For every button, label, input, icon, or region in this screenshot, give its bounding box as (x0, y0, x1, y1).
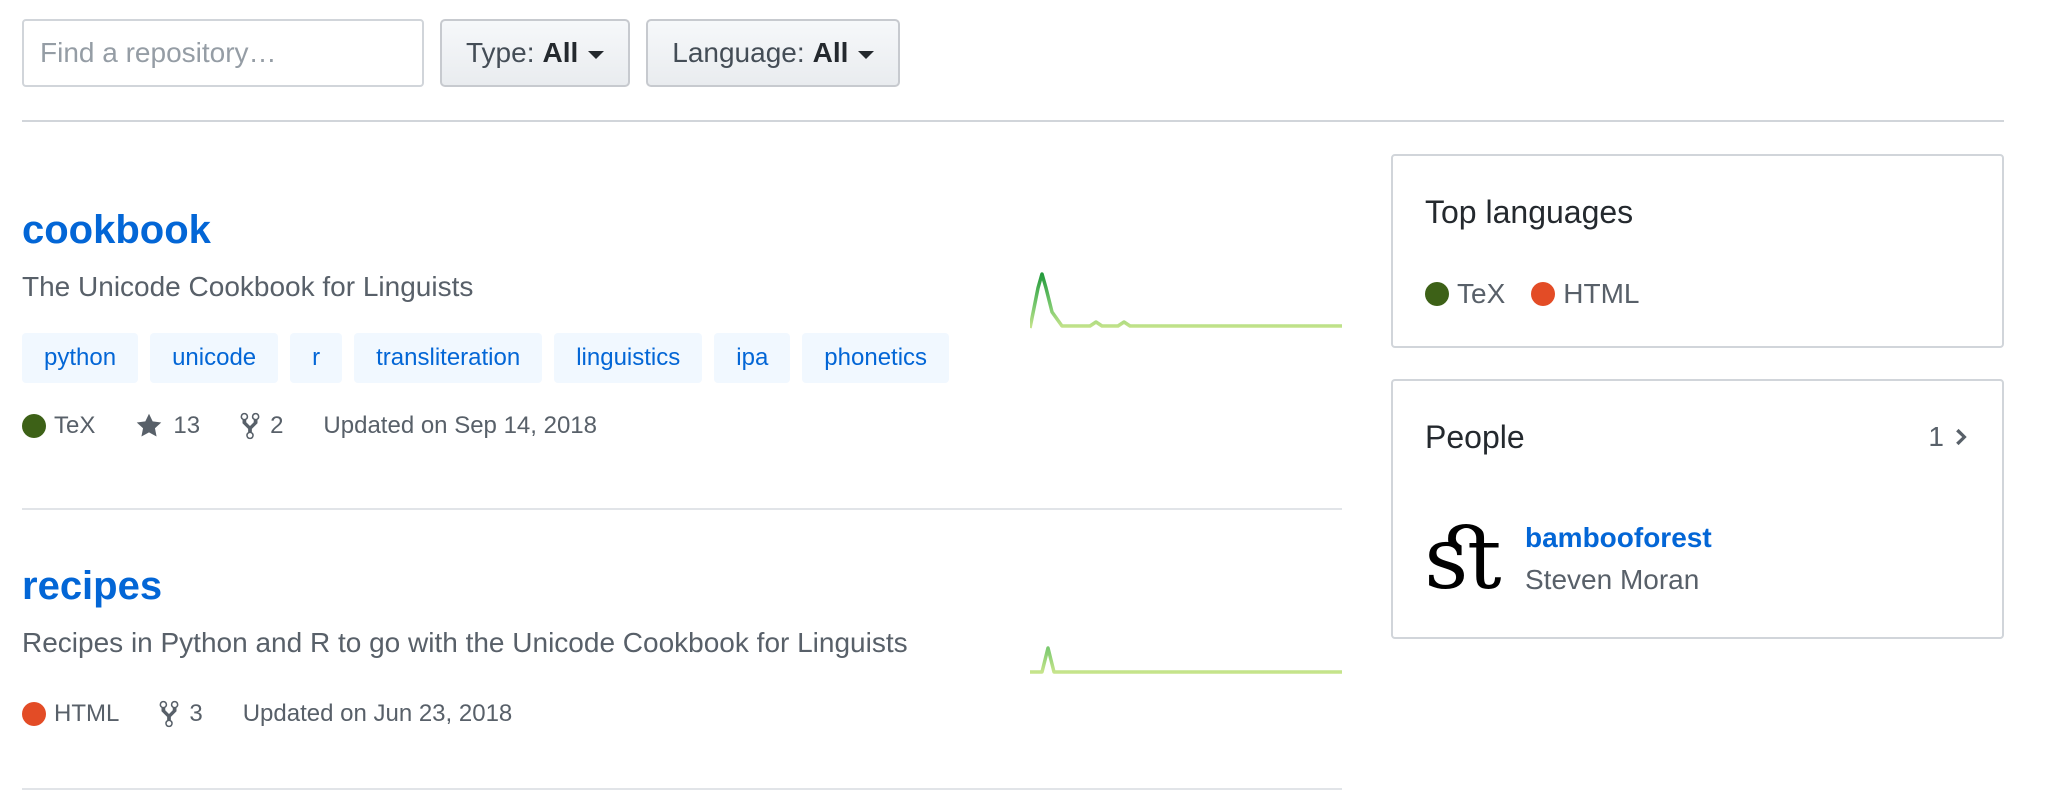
caret-down-icon (588, 51, 605, 59)
repo-language: TeX (22, 412, 95, 440)
type-filter-button[interactable]: Type: All (440, 19, 631, 87)
type-filter-value: All (542, 37, 579, 68)
type-filter-label: Type: (466, 37, 535, 68)
language-color-dot (1531, 282, 1556, 306)
fork-icon (240, 412, 260, 440)
member-full-name: Steven Moran (1525, 564, 1700, 595)
org-repositories-page: Type: All Language: All cookbook The Uni… (0, 0, 2068, 794)
language-color-dot (22, 702, 46, 726)
member-item: ﬆ bambooforest Steven Moran (1425, 516, 1712, 602)
topic-tag[interactable]: phonetics (802, 333, 950, 383)
repo-meta: TeX 13 2 Updated on Sep 14, 2018 (22, 411, 1342, 441)
top-languages-title: Top languages (1425, 194, 1634, 230)
repo-fork-count: 3 (189, 700, 203, 727)
repo-meta: HTML 3 Updated on Jun 23, 2018 (22, 699, 1342, 729)
top-language-name: TeX (1457, 278, 1506, 309)
people-count: 1 (1928, 421, 1944, 452)
repo-stars-link[interactable]: 13 (135, 412, 200, 440)
topic-tag[interactable]: linguistics (554, 333, 703, 383)
people-count-link[interactable]: 1 (1928, 421, 1970, 453)
top-languages-box: Top languages TeX HTML (1391, 154, 2004, 348)
top-languages-list: TeX HTML (1425, 278, 1665, 310)
language-filter-value: All (812, 37, 849, 68)
people-box: People 1 ﬆ bambooforest Steven Moran (1391, 379, 2004, 639)
avatar[interactable]: ﬆ (1425, 516, 1505, 602)
repo-name-link[interactable]: cookbook (22, 208, 211, 253)
commit-activity-sparkline (1030, 272, 1342, 329)
chevron-right-icon (1956, 428, 1967, 446)
repo-forks-link[interactable]: 2 (240, 411, 283, 441)
top-language-item[interactable]: HTML (1531, 278, 1639, 310)
topic-tag[interactable]: unicode (150, 333, 279, 383)
topic-tag[interactable]: ipa (714, 333, 791, 383)
repo-list-item: recipes Recipes in Python and R to go wi… (22, 564, 1342, 790)
language-color-dot (1425, 282, 1449, 306)
member-login-link[interactable]: bambooforest (1525, 522, 1712, 554)
repo-updated: Updated on Jun 23, 2018 (242, 700, 513, 727)
repo-language-name: HTML (54, 700, 120, 727)
language-color-dot (22, 414, 46, 438)
topic-tag[interactable]: python (22, 333, 139, 383)
topic-tags: python unicode r transliteration linguis… (22, 333, 1342, 383)
topic-tag[interactable]: r (290, 333, 343, 383)
topic-tag[interactable]: transliteration (354, 333, 543, 383)
star-icon (137, 413, 162, 437)
top-language-item[interactable]: TeX (1425, 278, 1505, 310)
repo-star-count: 13 (173, 412, 201, 439)
repo-language: HTML (22, 700, 119, 728)
repo-forks-link[interactable]: 3 (159, 699, 203, 729)
caret-down-icon (858, 51, 875, 59)
repo-filter-bar: Type: All Language: All (22, 19, 901, 87)
repo-name-link[interactable]: recipes (22, 564, 162, 609)
repo-list-item: cookbook The Unicode Cookbook for Lingui… (22, 208, 1342, 510)
language-filter-button[interactable]: Language: All (646, 19, 901, 87)
people-title: People (1425, 419, 1525, 455)
repo-updated: Updated on Sep 14, 2018 (323, 412, 597, 439)
top-language-name: HTML (1563, 278, 1640, 309)
language-filter-label: Language: (672, 37, 805, 68)
member-info: bambooforest Steven Moran (1525, 522, 1712, 596)
commit-activity-sparkline (1030, 646, 1342, 674)
repo-fork-count: 2 (270, 412, 284, 439)
filter-divider (22, 120, 2004, 122)
repo-search-input[interactable] (22, 19, 424, 87)
fork-icon (159, 700, 179, 728)
repo-language-name: TeX (54, 412, 96, 439)
